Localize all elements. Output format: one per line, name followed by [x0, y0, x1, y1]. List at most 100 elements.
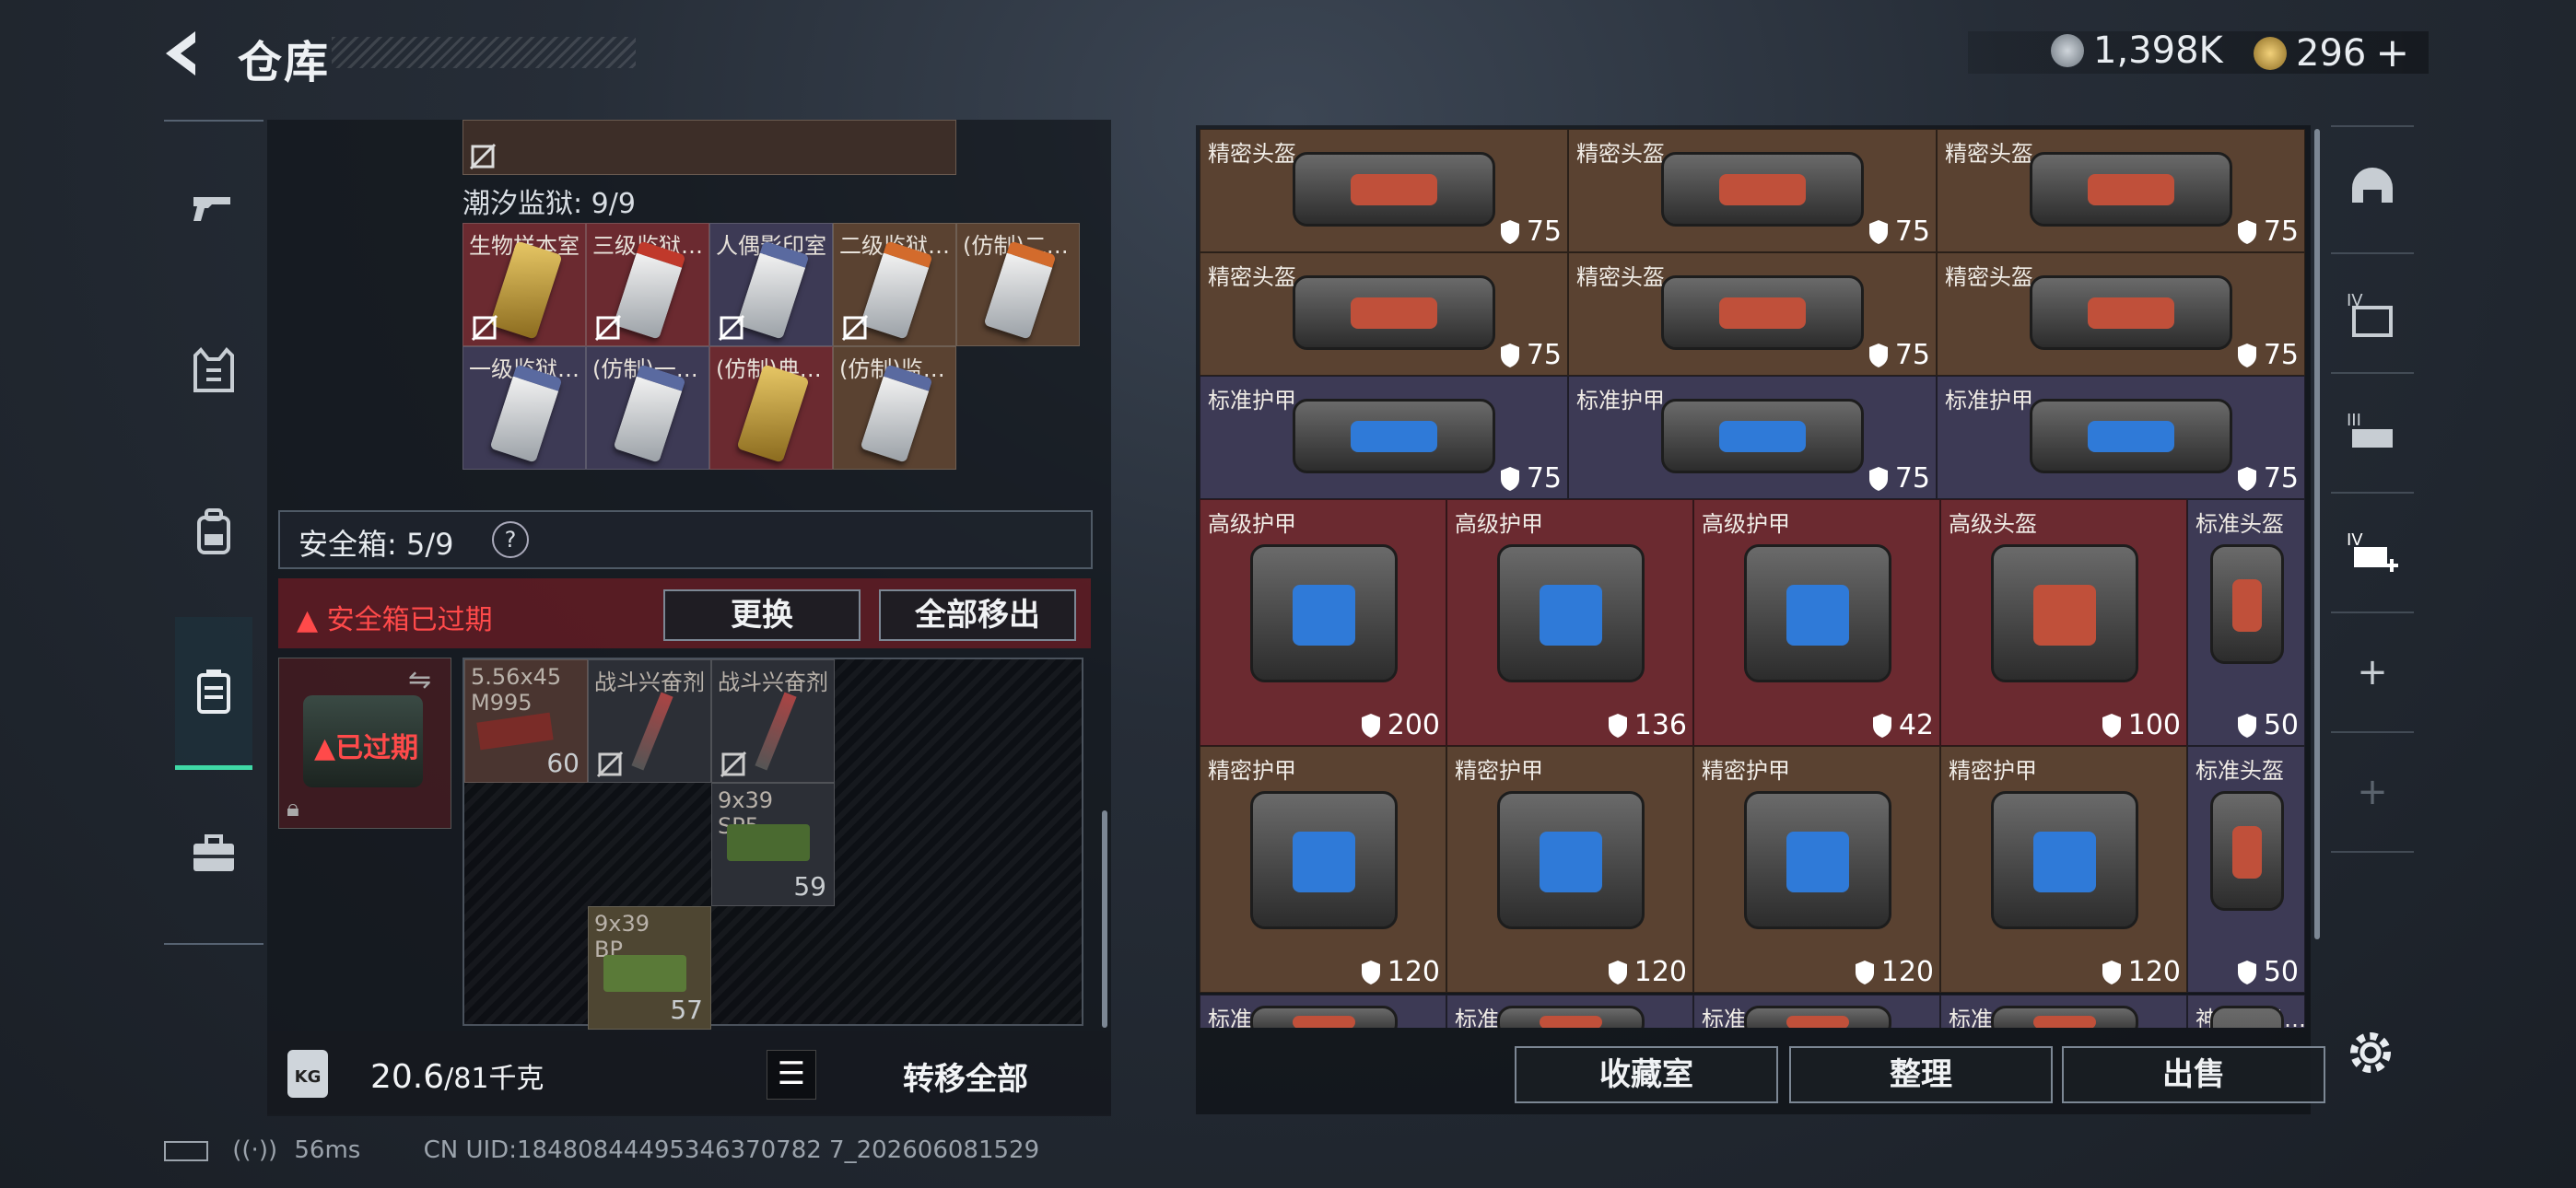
durability: 120 — [1854, 956, 1934, 988]
storage-item[interactable]: 标准头盔 — [1200, 995, 1446, 1028]
shield-icon — [1868, 466, 1888, 491]
toolbox-icon — [193, 834, 234, 871]
storage-item[interactable]: 精密护甲 120 — [1200, 746, 1446, 993]
ammo-item[interactable]: 5.56x45 M995 60 — [464, 659, 588, 783]
storage-item[interactable]: 神秘脑机… — [2187, 995, 2305, 1028]
no-trade-icon — [720, 751, 747, 778]
item-name: 精密护甲 — [1455, 758, 1543, 784]
storage-item[interactable]: 精密头盔 75 — [1200, 252, 1568, 376]
storage-grid[interactable]: 精密头盔 75 精密头盔 75 精密头盔 75 精密头盔 75 精密头盔 75 精密头盔 75 标准护甲… — [1200, 129, 2305, 1028]
weight-value: 20.6/81千克 — [370, 1058, 544, 1096]
ammo-item[interactable]: 9x39 BP 57 — [588, 906, 711, 1030]
item-name: 标准头盔 — [2195, 758, 2284, 784]
keycard-7[interactable]: (仿制)一… — [586, 346, 709, 470]
keycard-5[interactable]: (仿制)二… — [956, 223, 1080, 346]
storage-item[interactable]: 标准头盔 — [1693, 995, 1940, 1028]
durability: 75 — [1499, 462, 1562, 495]
durability: 136 — [1607, 709, 1687, 741]
storage-item[interactable]: 精密头盔 75 — [1937, 252, 2305, 376]
help-button[interactable]: ? — [492, 521, 529, 558]
keycard-4[interactable]: 二级监狱… — [833, 223, 956, 346]
storage-scrollbar[interactable] — [2314, 129, 2320, 939]
keycard-1[interactable]: 生物样本室 — [463, 223, 586, 346]
storage-item[interactable]: 精密护甲 120 — [1446, 746, 1693, 993]
durability: 75 — [2236, 339, 2299, 371]
storage-item[interactable]: 高级头盔 100 — [1940, 499, 2187, 746]
move-all-out-button[interactable]: 全部移出 — [879, 589, 1076, 641]
sort-button[interactable]: 整理 — [1789, 1046, 2053, 1103]
list-icon[interactable]: ☰ — [767, 1050, 816, 1100]
keycard-3[interactable]: 人偶影印室 — [709, 223, 833, 346]
storage-item[interactable]: 精密护甲 120 — [1940, 746, 2187, 993]
safe-case-slot[interactable]: ▲已过期 ⇋ 🔒︎ — [278, 658, 451, 829]
keycard-9[interactable]: (仿制)监… — [833, 346, 956, 470]
storage-item[interactable]: 精密头盔 75 — [1568, 252, 1937, 376]
helmet-crate-icon — [1496, 1005, 1645, 1028]
ammo-box-icon — [727, 824, 810, 861]
nav-toolbox[interactable] — [175, 814, 252, 891]
storage-item[interactable]: 标准头盔 50 — [2187, 499, 2305, 746]
scrollbar[interactable] — [1102, 810, 1107, 1028]
durability: 50 — [2236, 709, 2299, 741]
keycard-2[interactable]: 三级监狱… — [586, 223, 709, 346]
swap-icon[interactable]: ⇋ — [408, 664, 431, 696]
durability-value: 100 — [2127, 709, 2181, 741]
add-filter-button[interactable]: + — [2331, 613, 2414, 733]
storage-item[interactable]: 精密头盔 75 — [1937, 129, 2305, 252]
keycard-6[interactable]: 一级监狱… — [463, 346, 586, 470]
shield-icon — [2237, 960, 2256, 984]
tier-iii-icon: III — [2347, 411, 2393, 448]
back-button[interactable] — [158, 26, 214, 81]
durability: 120 — [1360, 956, 1440, 988]
storage-item[interactable]: 标准头盔 — [1940, 995, 2187, 1028]
add-filter-button[interactable]: + — [2331, 733, 2414, 853]
helmet-crate-icon — [1661, 152, 1864, 227]
storage-item[interactable]: 高级护甲 42 — [1693, 499, 1940, 746]
left-nav — [164, 120, 263, 945]
add-currency-button[interactable]: + — [2375, 29, 2409, 76]
nav-weapons[interactable] — [175, 169, 252, 247]
collection-room-button[interactable]: 收藏室 — [1515, 1046, 1778, 1103]
item-name: 精密护甲 — [1949, 758, 2037, 784]
durability-value: 50 — [2263, 709, 2299, 741]
gold-currency[interactable]: 296 + — [2254, 29, 2409, 76]
durability-value: 120 — [1633, 956, 1687, 988]
nav-safe-case[interactable] — [175, 617, 252, 770]
weight-icon: KG — [287, 1050, 328, 1098]
durability: 75 — [1868, 215, 1930, 248]
storage-item[interactable]: 标准护甲 75 — [1200, 376, 1568, 499]
storage-item[interactable]: 标准头盔 — [1446, 995, 1693, 1028]
stim-item[interactable]: 战斗兴奋剂 — [588, 659, 711, 783]
no-trade-icon — [471, 314, 498, 342]
settings-button[interactable] — [2340, 1022, 2401, 1083]
filter-tier-iv-add[interactable]: IV — [2331, 494, 2414, 613]
armor-crate-icon — [2210, 1005, 2284, 1028]
storage-item[interactable]: 精密头盔 75 — [1568, 129, 1937, 252]
helmet-icon — [2352, 168, 2393, 203]
transfer-all-button[interactable]: 转移全部 — [903, 1054, 1028, 1099]
filter-tier-iv[interactable]: IV — [2331, 254, 2414, 374]
filter-tier-iii[interactable]: III — [2331, 374, 2414, 494]
nav-vest[interactable] — [175, 332, 252, 409]
stim-item[interactable]: 战斗兴奋剂 — [711, 659, 835, 783]
shield-icon — [2237, 466, 2256, 491]
durability: 75 — [1868, 462, 1930, 495]
storage-item[interactable]: 高级护甲 136 — [1446, 499, 1693, 746]
right-filter-nav: IV III IV + + — [2331, 125, 2414, 1037]
item-name: 高级头盔 — [1949, 511, 2037, 537]
storage-item[interactable]: 高级护甲 200 — [1200, 499, 1446, 746]
storage-item[interactable]: 精密护甲 120 — [1693, 746, 1940, 993]
sell-button[interactable]: 出售 — [2062, 1046, 2325, 1103]
storage-item[interactable]: 精密头盔 75 — [1200, 129, 1568, 252]
filter-armor[interactable] — [2331, 125, 2414, 254]
shield-icon — [1868, 219, 1888, 244]
storage-item[interactable]: 标准护甲 75 — [1568, 376, 1937, 499]
gold-amount: 296 — [2296, 31, 2367, 75]
storage-item[interactable]: 标准头盔 50 — [2187, 746, 2305, 993]
keycard-8[interactable]: (仿制)典… — [709, 346, 833, 470]
nav-backpack[interactable] — [175, 494, 252, 571]
replace-button[interactable]: 更换 — [663, 589, 861, 641]
storage-item[interactable]: 标准护甲 75 — [1937, 376, 2305, 499]
warning-icon: ▲ — [297, 604, 319, 636]
ammo-item[interactable]: 9x39 SP5 59 — [711, 783, 835, 906]
